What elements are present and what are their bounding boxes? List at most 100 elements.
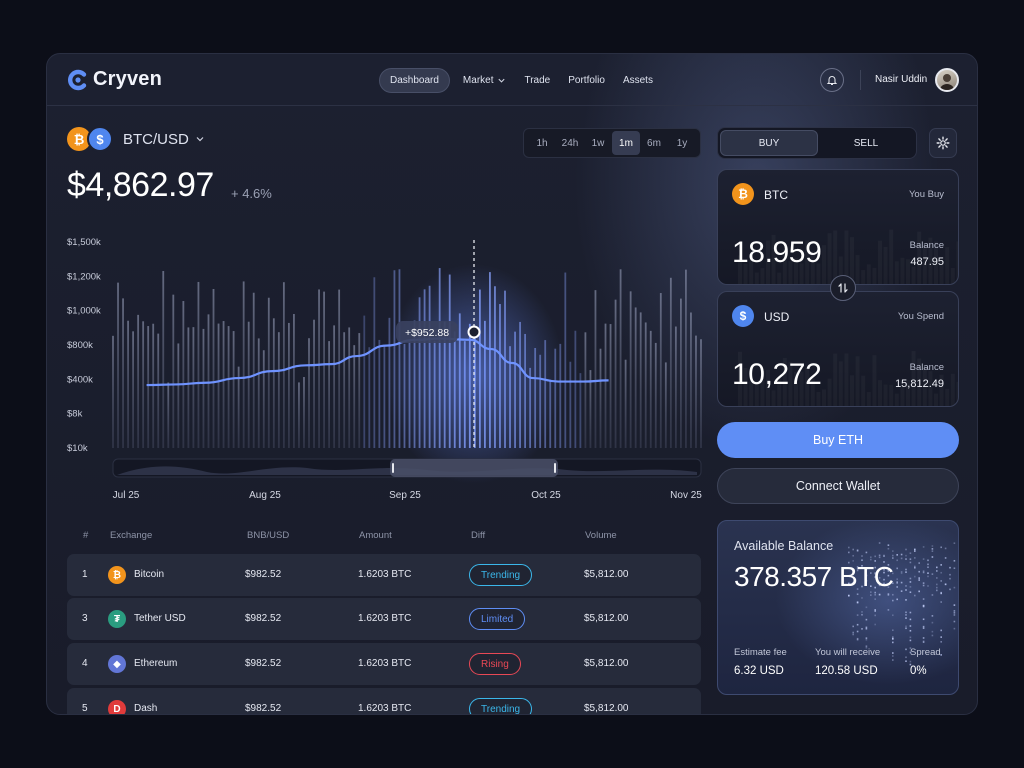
y-tick-label: $1,200k <box>67 271 101 282</box>
volume-bar <box>222 321 225 448</box>
texture-dot <box>944 583 947 586</box>
texture-dot <box>905 611 907 614</box>
texture-dot <box>931 548 934 550</box>
buy-tab[interactable]: BUY <box>720 130 818 156</box>
texture-dot <box>922 570 925 572</box>
row-index: 3 <box>82 613 88 624</box>
texture-bar <box>895 394 899 407</box>
connect-wallet-button[interactable]: Connect Wallet <box>717 468 959 504</box>
coin-icon: ₿ <box>108 566 126 584</box>
btc-coin-icon: ₿ <box>732 183 754 205</box>
volume-bar <box>202 328 205 448</box>
app-window: Cryven Dashboard Market Trade Portfolio … <box>46 53 978 715</box>
diff-badge: Limited <box>469 608 526 630</box>
volume-bar <box>619 269 622 448</box>
texture-dot <box>848 546 850 549</box>
texture-dot <box>940 636 942 638</box>
table-row[interactable]: 1 ₿ Bitcoin $982.52 1.6203 BTC Trending … <box>67 554 701 596</box>
texture-dot <box>940 571 942 574</box>
buy-role: You Buy <box>908 189 944 200</box>
scrubber-handle-right[interactable] <box>554 463 556 473</box>
texture-dot <box>905 568 907 571</box>
texture-dot <box>958 555 959 557</box>
cursor-point[interactable] <box>467 325 481 339</box>
texture-dot <box>922 582 925 584</box>
volume-bar <box>664 362 667 448</box>
x-tick-label: Oct 25 <box>531 490 561 501</box>
volume-bar <box>644 322 647 448</box>
sell-tab[interactable]: SELL <box>818 130 914 156</box>
volume-bar <box>669 277 672 448</box>
volume-bar <box>624 359 627 448</box>
texture-dot <box>905 554 907 557</box>
texture-dot <box>953 627 956 630</box>
texture-bar <box>760 268 764 285</box>
swap-button[interactable] <box>830 275 856 301</box>
balance-label: Available Balance <box>734 539 834 553</box>
texture-bar <box>912 267 916 285</box>
volume-bar <box>217 323 220 448</box>
texture-dot <box>914 548 916 551</box>
texture-bar <box>777 273 781 285</box>
texture-dot <box>936 577 938 579</box>
texture-dot <box>940 592 942 595</box>
volume-bar <box>569 361 572 448</box>
texture-dot <box>931 634 934 637</box>
texture-dot <box>909 611 912 614</box>
buy-card[interactable]: ₿ BTC You Buy 18.959 Balance 487.95 <box>717 169 959 285</box>
y-tick-label: $1,500k <box>67 237 101 248</box>
texture-dot <box>900 590 903 592</box>
texture-dot <box>892 638 894 640</box>
receive-label: You will receive <box>815 647 881 658</box>
texture-dot <box>944 547 947 550</box>
texture-bar <box>884 385 888 407</box>
volume-bar <box>232 331 235 448</box>
row-volume: $5,812.00 <box>584 658 629 669</box>
texture-dot <box>931 594 934 596</box>
volume-bar <box>267 297 270 448</box>
volume-bar <box>323 291 325 448</box>
texture-dot <box>896 559 898 562</box>
buy-amount[interactable]: 18.959 <box>732 236 822 270</box>
texture-dot <box>892 655 894 657</box>
texture-dot <box>953 604 956 606</box>
col-diff: Diff <box>471 530 486 541</box>
row-volume: $5,812.00 <box>584 703 629 714</box>
texture-dot <box>922 618 925 621</box>
volume-bar <box>368 347 371 448</box>
table-row[interactable]: 3 ₮ Tether USD $982.52 1.6203 BTC Limite… <box>67 598 701 640</box>
x-tick-label: Jul 25 <box>113 490 140 501</box>
volume-bar <box>378 339 381 448</box>
texture-dot <box>918 577 920 579</box>
settings-button[interactable] <box>929 128 957 158</box>
texture-bar <box>861 270 865 285</box>
texture-dot <box>852 554 854 557</box>
texture-dot <box>874 610 876 612</box>
texture-dot <box>922 546 925 548</box>
texture-dot <box>887 609 890 611</box>
texture-dot <box>909 636 912 639</box>
coin-icon: ◆ <box>108 655 126 673</box>
texture-bar <box>889 385 893 407</box>
texture-dot <box>914 557 916 559</box>
texture-dot <box>892 659 894 661</box>
texture-bar <box>878 241 882 285</box>
volume-bar <box>117 282 119 448</box>
buy-eth-button[interactable]: Buy ETH <box>717 422 959 458</box>
table-row[interactable]: 4 ◆ Ethereum $982.52 1.6203 BTC Rising $… <box>67 643 701 685</box>
table-row[interactable]: 5 D Dash $982.52 1.6203 BTC Trending $5,… <box>67 688 701 714</box>
spend-amount[interactable]: 10,272 <box>732 358 822 392</box>
texture-bar <box>833 354 837 407</box>
texture-dot <box>936 589 938 592</box>
texture-dot <box>914 550 916 552</box>
spend-card[interactable]: $ USD You Spend 10,272 Balance 15,812.49 <box>717 291 959 407</box>
texture-dot <box>878 554 881 557</box>
scrubber-window[interactable] <box>390 459 558 477</box>
texture-dot <box>896 598 898 601</box>
texture-dot <box>892 599 894 602</box>
texture-dot <box>852 631 854 634</box>
volume-bar <box>599 348 602 448</box>
scrubber-handle-left[interactable] <box>392 463 394 473</box>
texture-dot <box>936 583 938 586</box>
texture-dot <box>905 617 907 619</box>
